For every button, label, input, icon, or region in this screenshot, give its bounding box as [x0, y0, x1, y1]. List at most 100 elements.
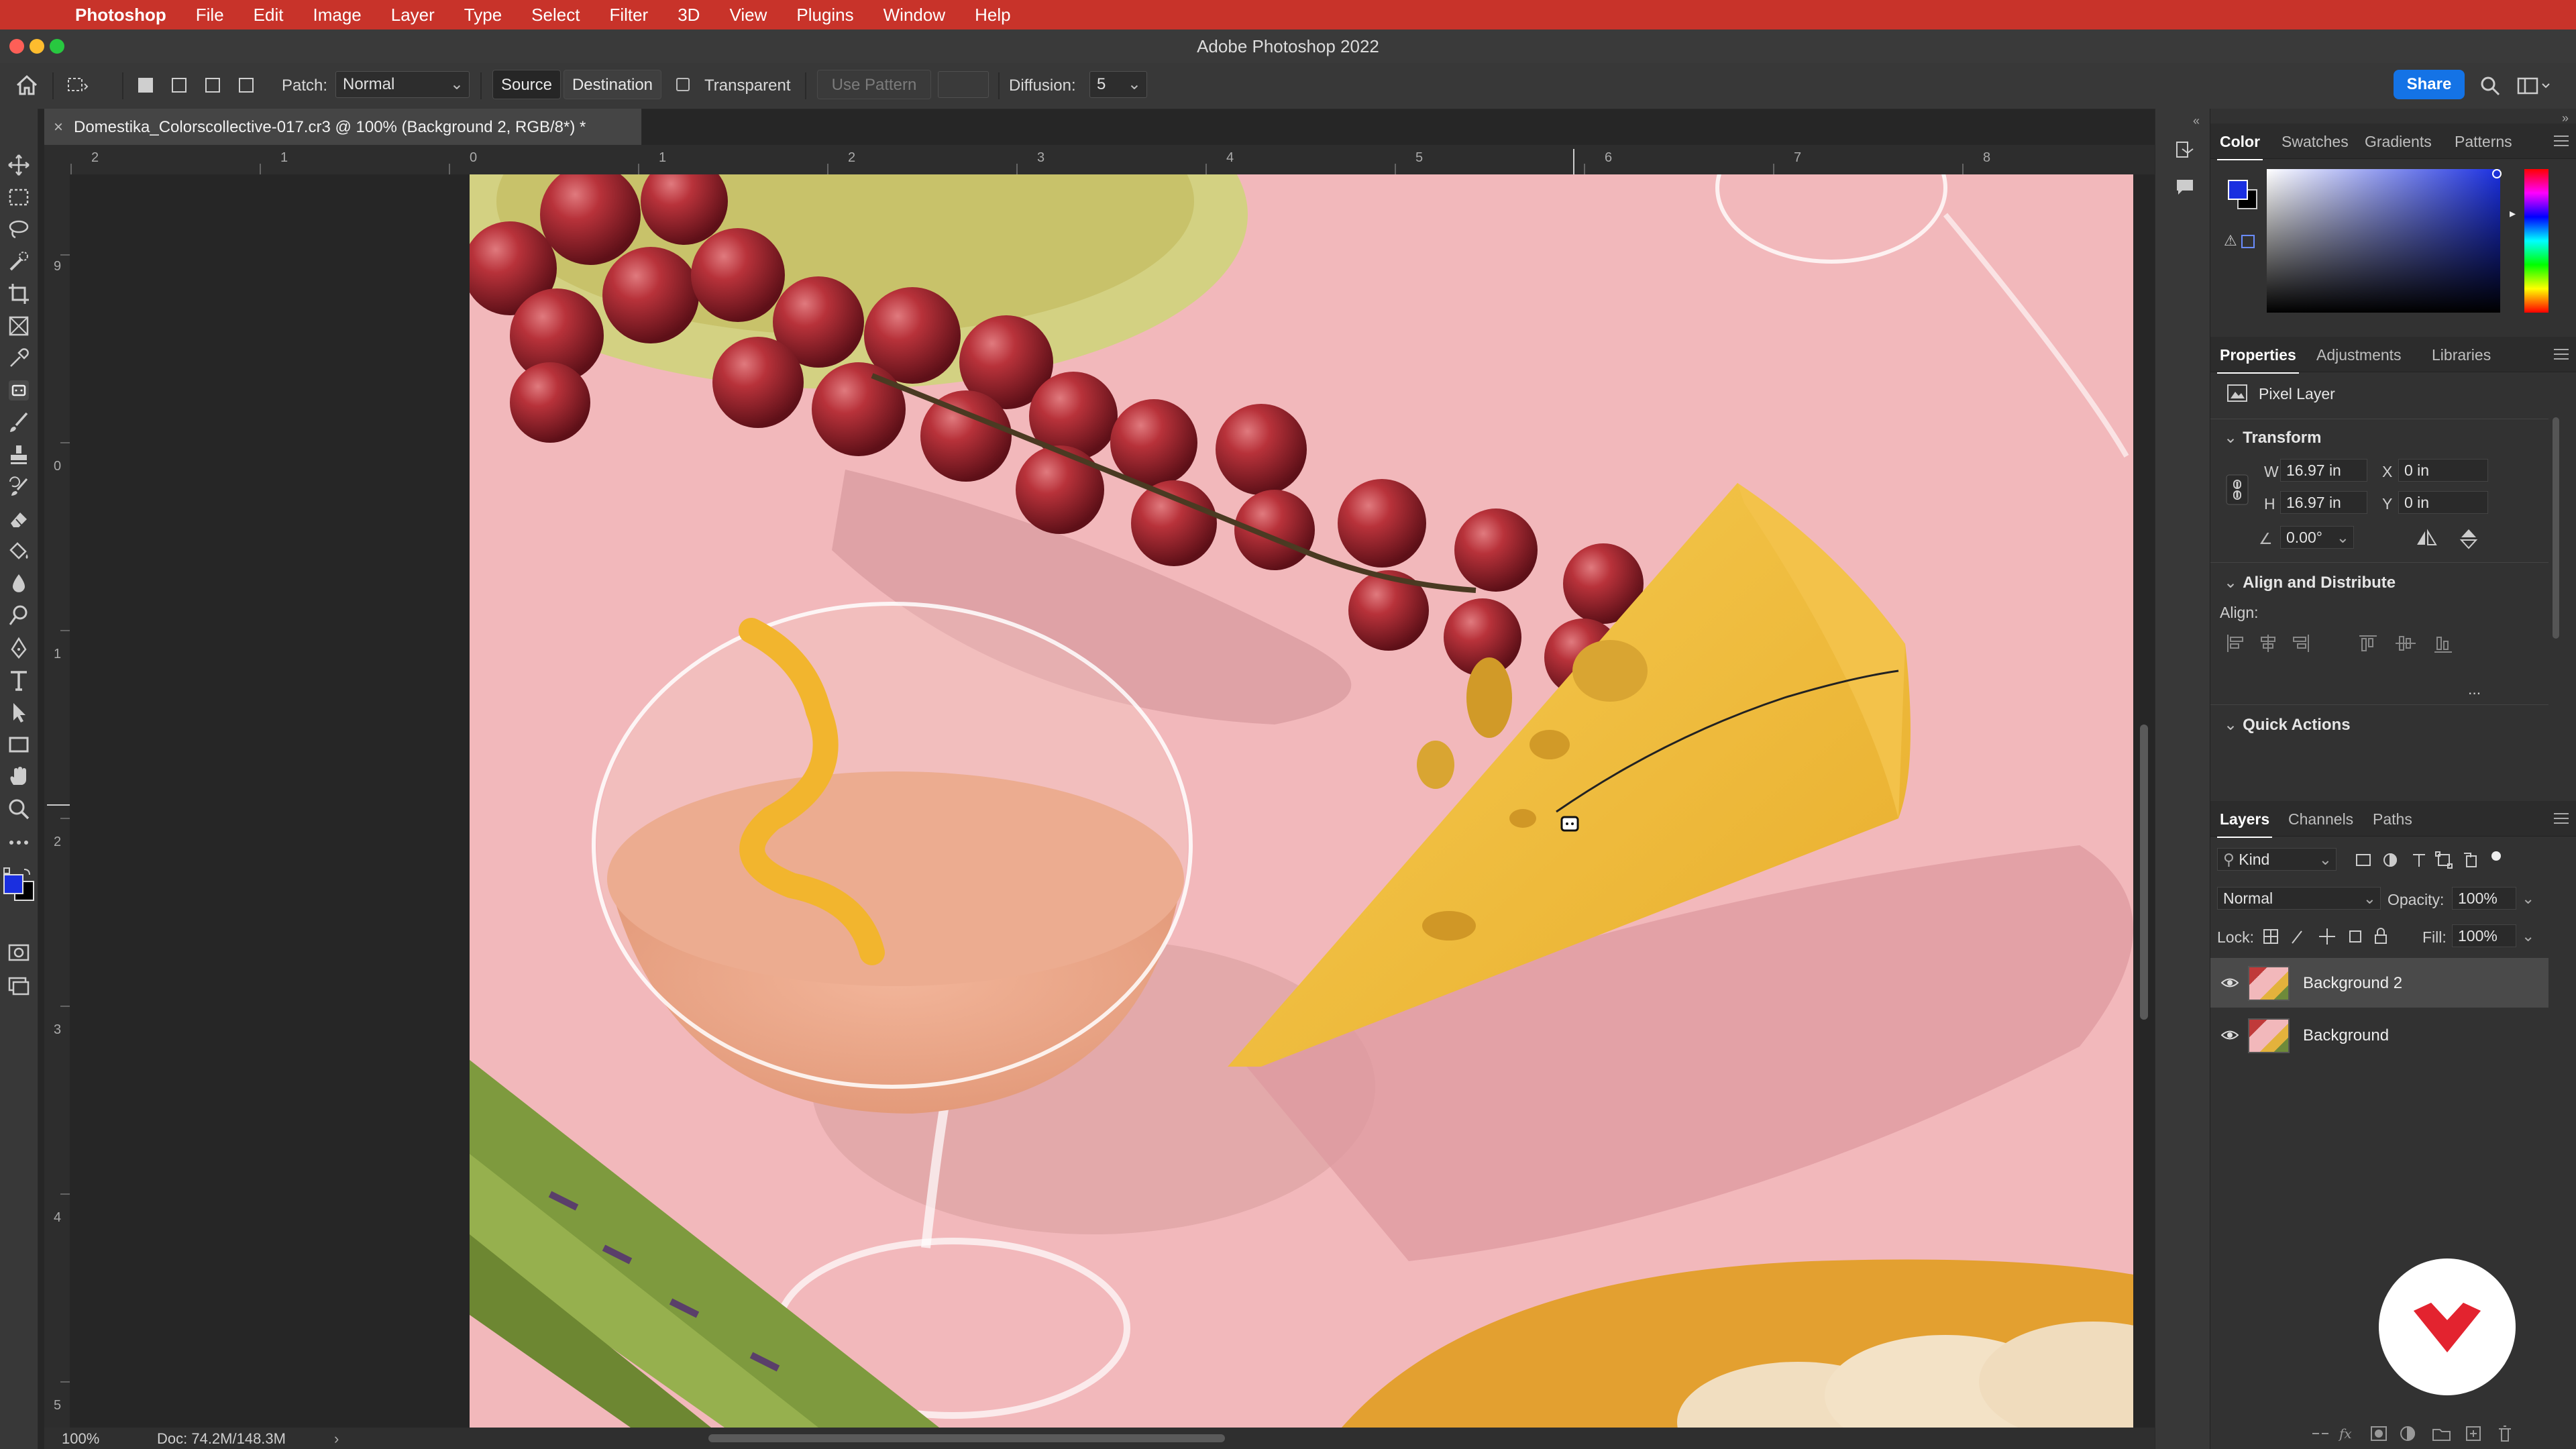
layer-name[interactable]: Background 2: [2303, 974, 2402, 993]
pen-tool-icon[interactable]: [7, 636, 31, 660]
angle-input[interactable]: 0.00° ⌄: [2280, 526, 2354, 549]
menu-edit[interactable]: Edit: [254, 5, 284, 25]
add-to-selection-icon[interactable]: [172, 78, 186, 93]
properties-scrollbar[interactable]: [2553, 417, 2559, 639]
height-input[interactable]: 16.97 in: [2280, 491, 2367, 514]
lock-icons[interactable]: [2263, 927, 2397, 946]
history-brush-tool-icon[interactable]: [7, 475, 31, 499]
clone-stamp-tool-icon[interactable]: [7, 443, 31, 467]
intersect-selection-icon[interactable]: [239, 78, 254, 93]
tab-gradients[interactable]: Gradients: [2365, 133, 2432, 151]
destination-button[interactable]: Destination: [564, 70, 661, 99]
brush-tool-icon[interactable]: [7, 411, 31, 435]
marquee-tool-icon[interactable]: [7, 185, 31, 209]
hue-slider-handle[interactable]: ▸: [2510, 207, 2516, 221]
menu-help[interactable]: Help: [975, 5, 1010, 25]
apple-icon[interactable]: [25, 3, 48, 26]
tab-color[interactable]: Color: [2216, 133, 2263, 160]
menu-view[interactable]: View: [729, 5, 767, 25]
quick-actions-section-header[interactable]: Quick Actions: [2224, 715, 2350, 735]
comments-panel-icon[interactable]: [2174, 176, 2196, 197]
x-input[interactable]: 0 in: [2398, 459, 2488, 482]
y-input[interactable]: 0 in: [2398, 491, 2488, 514]
align-section-header[interactable]: Align and Distribute: [2224, 573, 2396, 592]
layers-footer-icons[interactable]: fx: [2310, 1424, 2571, 1444]
layer-row-background-2[interactable]: Background 2: [2210, 958, 2548, 1008]
chevron-down-icon[interactable]: ⌄: [2522, 927, 2534, 945]
rectangle-tool-icon[interactable]: [7, 733, 31, 757]
collapse-panels-icon[interactable]: «: [2193, 114, 2200, 128]
more-options-button[interactable]: ...: [2468, 680, 2481, 698]
tab-swatches[interactable]: Swatches: [2282, 133, 2349, 151]
transparent-checkbox[interactable]: [676, 78, 690, 91]
paint-bucket-tool-icon[interactable]: [7, 539, 31, 564]
fill-input[interactable]: 100%: [2452, 924, 2516, 947]
more-tools-icon[interactable]: [7, 830, 31, 855]
blend-mode-select[interactable]: Normal ⌄: [2217, 887, 2381, 910]
foreground-background-colors[interactable]: [3, 867, 35, 906]
tab-adjustments[interactable]: Adjustments: [2316, 346, 2402, 364]
source-button[interactable]: Source: [492, 70, 561, 99]
blur-tool-icon[interactable]: [7, 572, 31, 596]
patch-tool-icon[interactable]: [7, 378, 31, 402]
transform-section-header[interactable]: Transform: [2224, 428, 2321, 447]
dodge-tool-icon[interactable]: [7, 604, 31, 628]
menu-type[interactable]: Type: [464, 5, 502, 25]
menu-image[interactable]: Image: [313, 5, 361, 25]
screen-mode-icon[interactable]: [7, 974, 31, 998]
pattern-picker[interactable]: [938, 71, 989, 98]
eyedropper-tool-icon[interactable]: [7, 346, 31, 370]
panel-menu-icon[interactable]: [2554, 349, 2569, 360]
visibility-eye-icon[interactable]: [2221, 974, 2239, 991]
diffusion-select[interactable]: 5 ⌄: [1089, 71, 1147, 98]
color-picker-handle[interactable]: [2492, 169, 2502, 178]
document-image[interactable]: [470, 174, 2133, 1428]
menu-3d[interactable]: 3D: [678, 5, 700, 25]
visibility-eye-icon[interactable]: [2221, 1026, 2239, 1044]
menu-layer[interactable]: Layer: [391, 5, 435, 25]
menu-filter[interactable]: Filter: [609, 5, 648, 25]
hue-slider[interactable]: [2524, 169, 2548, 313]
align-buttons[interactable]: [2225, 633, 2467, 653]
subtract-from-selection-icon[interactable]: [205, 78, 220, 93]
move-tool-icon[interactable]: [7, 153, 31, 177]
history-panel-icon[interactable]: [2174, 140, 2196, 161]
patch-tool-preset-icon[interactable]: [66, 75, 89, 95]
tab-properties[interactable]: Properties: [2217, 346, 2299, 374]
menu-select[interactable]: Select: [531, 5, 580, 25]
crop-tool-icon[interactable]: [7, 282, 31, 306]
flip-vertical-icon[interactable]: [2459, 527, 2479, 550]
foreground-color-swatch[interactable]: [2228, 180, 2248, 200]
tab-layers[interactable]: Layers: [2216, 810, 2273, 838]
opacity-input[interactable]: 100%: [2452, 887, 2516, 910]
home-icon[interactable]: [15, 74, 39, 97]
chevron-down-icon[interactable]: ⌄: [2522, 890, 2534, 908]
tab-libraries[interactable]: Libraries: [2432, 346, 2491, 364]
width-input[interactable]: 16.97 in: [2280, 459, 2367, 482]
close-tab-icon[interactable]: ×: [54, 118, 63, 137]
share-button[interactable]: Share: [2394, 70, 2465, 99]
link-dimensions-icon[interactable]: [2225, 474, 2249, 506]
zoom-tool-icon[interactable]: [7, 797, 31, 821]
path-selection-tool-icon[interactable]: [7, 700, 31, 724]
layer-name[interactable]: Background: [2303, 1026, 2389, 1045]
quick-selection-tool-icon[interactable]: [7, 250, 31, 274]
color-swatch-pair[interactable]: [2226, 176, 2259, 216]
frame-tool-icon[interactable]: [7, 314, 31, 338]
zoom-level[interactable]: 100%: [62, 1430, 99, 1448]
panel-menu-icon[interactable]: [2554, 136, 2569, 146]
document-tab[interactable]: × Domestika_Colorscollective-017.cr3 @ 1…: [44, 109, 642, 145]
eraser-tool-icon[interactable]: [7, 507, 31, 531]
type-tool-icon[interactable]: [7, 668, 31, 692]
lasso-tool-icon[interactable]: [7, 217, 31, 241]
new-selection-icon[interactable]: [138, 78, 153, 93]
menu-window[interactable]: Window: [883, 5, 945, 25]
quick-mask-icon[interactable]: [7, 941, 31, 965]
workspace-switcher-icon[interactable]: [2517, 76, 2552, 97]
hand-tool-icon[interactable]: [7, 765, 31, 789]
panel-menu-icon[interactable]: [2554, 813, 2569, 824]
search-icon[interactable]: [2479, 75, 2501, 97]
horizontal-scrollbar[interactable]: [708, 1434, 1225, 1442]
canvas-area[interactable]: [70, 174, 2155, 1428]
layer-filter-icons[interactable]: [2355, 851, 2543, 869]
